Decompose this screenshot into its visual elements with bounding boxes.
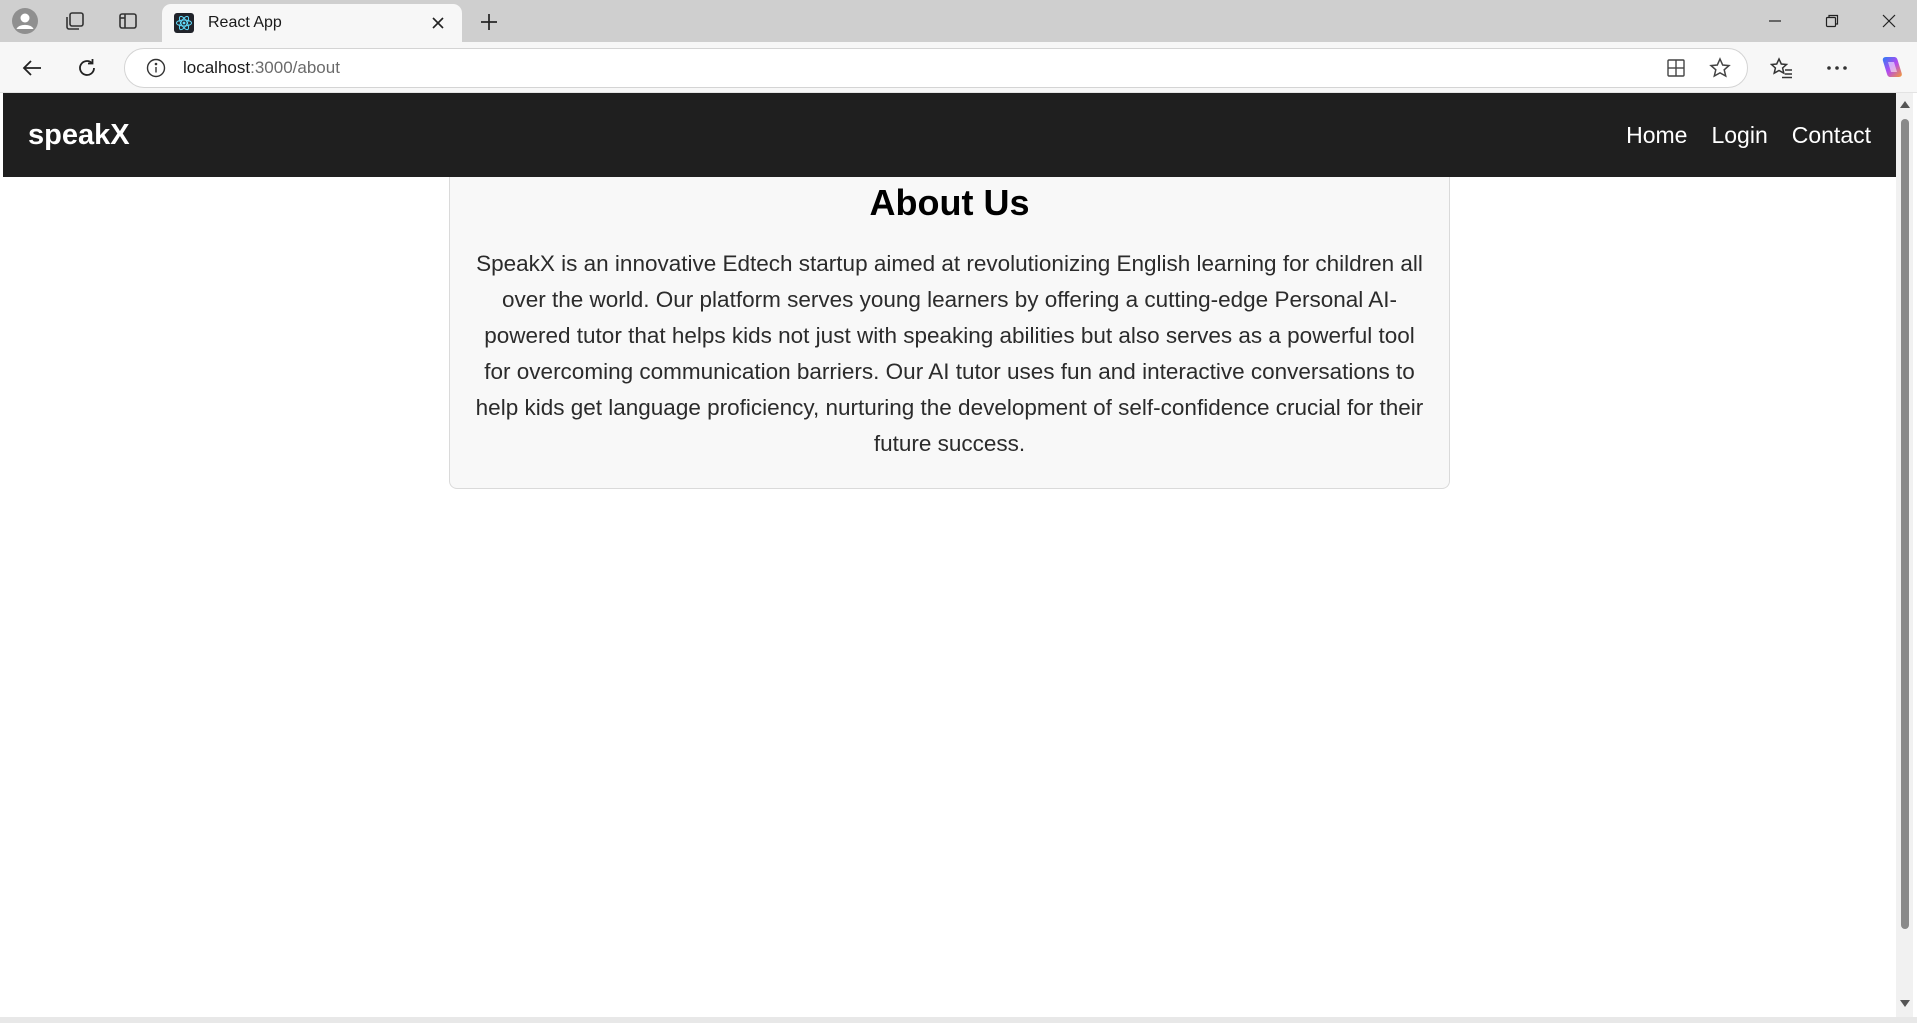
tab-strip: React App [0,0,1917,42]
vertical-tabs-button[interactable] [110,4,146,38]
more-dots-icon [1827,66,1847,70]
tab-close-button[interactable] [426,11,450,35]
minimize-button[interactable] [1746,0,1804,42]
settings-more-button[interactable] [1819,50,1855,86]
about-card: About Us SpeakX is an innovative Edtech … [449,177,1450,489]
scroll-up-arrow-icon[interactable] [1899,99,1911,109]
apps-icon [1667,59,1685,77]
favorites-button[interactable] [1764,50,1800,86]
tab-title: React App [208,14,282,31]
new-tab-button[interactable] [472,5,506,39]
refresh-button[interactable] [69,50,105,86]
about-description: SpeakX is an innovative Edtech startup a… [475,251,1424,456]
collections-button[interactable] [57,4,93,38]
window-close-button[interactable] [1860,0,1917,42]
page-viewport: speakX Home Login Contact About Us Speak… [3,93,1896,1017]
copilot-button[interactable] [1873,50,1909,86]
back-arrow-icon [22,60,41,76]
tab-react-app[interactable]: React App [162,4,462,42]
url-host: localhost [183,58,251,77]
site-navbar: speakX Home Login Contact [3,93,1896,177]
minimize-icon [1769,20,1781,22]
nav-contact-link[interactable]: Contact [1792,122,1871,149]
app-available-button[interactable] [1659,51,1693,85]
back-button[interactable] [14,50,50,86]
restore-icon [1825,14,1839,28]
url-text[interactable]: localhost:3000/about [183,58,1659,78]
plus-icon [481,14,497,30]
nav-home-link[interactable]: Home [1626,122,1687,149]
collections-icon [66,12,84,30]
vertical-scrollbar[interactable] [1896,93,1913,1017]
react-logo-icon [174,13,194,33]
tab-actions-icon [119,13,137,29]
close-icon [432,17,444,29]
favorites-icon [1770,57,1792,79]
favorite-button[interactable] [1703,51,1737,85]
page-title: About Us [869,182,1030,223]
address-bar[interactable]: localhost:3000/about [124,48,1748,88]
browser-toolbar: localhost:3000/about [0,42,1917,93]
copilot-icon [1882,57,1902,77]
brand-logo[interactable]: speakX [28,119,130,152]
restore-button[interactable] [1803,0,1861,42]
scroll-down-arrow-icon[interactable] [1899,998,1911,1008]
profile-button[interactable] [7,4,43,38]
nav-login-link[interactable]: Login [1711,122,1767,149]
nav-links: Home Login Contact [1626,122,1871,149]
close-icon [1882,14,1896,28]
site-info-icon[interactable] [145,57,167,79]
refresh-icon [79,59,95,76]
profile-icon [12,8,38,34]
scrollbar-thumb[interactable] [1901,119,1909,929]
url-path: :3000/about [250,58,340,77]
window-bottom-edge [0,1017,1917,1023]
star-icon [1709,57,1731,78]
